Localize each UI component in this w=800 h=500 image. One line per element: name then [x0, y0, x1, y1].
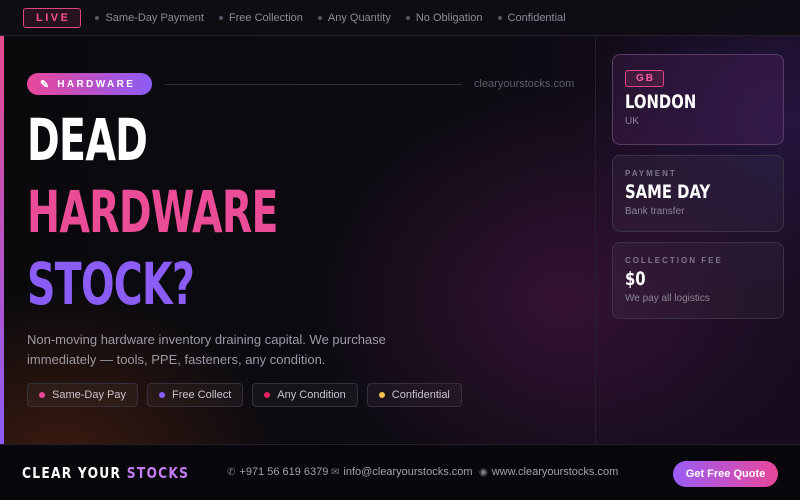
pencil-icon: ✎	[40, 78, 50, 91]
top-item-no-obligation: No Obligation	[405, 12, 483, 24]
headline: DEAD HARDWARE STOCK?	[27, 104, 396, 320]
dot-icon	[158, 392, 165, 398]
bullet-icon	[497, 15, 502, 20]
payment-sub: Bank transfer	[625, 206, 685, 217]
top-strip: LIVE Same-Day Payment Free Collection An…	[0, 0, 800, 36]
site-domain: clearyourstocks.com	[474, 78, 575, 90]
headline-line-3: STOCK?	[27, 250, 195, 318]
city-name: LONDON	[625, 91, 697, 113]
mail-icon: ✉	[331, 466, 340, 478]
brand-text-purple: STOCKS	[126, 464, 190, 482]
fee-label: COLLECTION FEE	[625, 256, 723, 265]
phone-contact[interactable]: ✆ +971 56 619 6379	[227, 466, 328, 478]
divider-line	[164, 84, 462, 85]
chip-free-collect: Free Collect	[146, 383, 244, 407]
fee-sub: We pay all logistics	[625, 293, 710, 304]
get-free-quote-button[interactable]: Get Free Quote	[673, 461, 778, 487]
top-item-any-quantity: Any Quantity	[317, 12, 391, 24]
chip-same-day-pay: Same-Day Pay	[27, 383, 138, 407]
country-name: UK	[625, 116, 639, 127]
country-code-badge: GB	[625, 70, 664, 87]
top-item-free-collection: Free Collection	[218, 12, 303, 24]
headline-line-1: DEAD	[27, 106, 148, 174]
bullet-icon	[405, 15, 410, 20]
brand-text-white: CLEAR YOUR	[22, 464, 122, 482]
brand-logo[interactable]: CLEAR YOUR STOCKS	[22, 464, 189, 482]
payment-card: PAYMENT SAME DAY Bank transfer	[612, 155, 784, 232]
category-badge: ✎ HARDWARE	[27, 73, 152, 95]
dot-icon	[378, 392, 385, 398]
category-label: HARDWARE	[57, 78, 136, 90]
accent-bar	[0, 36, 4, 444]
top-item-same-day-payment: Same-Day Payment	[95, 12, 204, 24]
panel-divider	[595, 36, 596, 444]
collection-fee-card: COLLECTION FEE $0 We pay all logistics	[612, 242, 784, 319]
website-contact[interactable]: ◉ www.clearyourstocks.com	[479, 466, 618, 478]
bullet-icon	[317, 15, 322, 20]
top-item-confidential: Confidential	[497, 12, 566, 24]
feature-chips: Same-Day Pay Free Collect Any Condition …	[27, 383, 471, 407]
fee-value: $0	[625, 268, 646, 290]
live-badge: LIVE	[23, 7, 82, 28]
dot-icon	[39, 392, 45, 398]
hero-description: Non-moving hardware inventory draining c…	[27, 332, 386, 367]
payment-label: PAYMENT	[625, 169, 677, 178]
dot-icon	[264, 392, 271, 398]
bullet-icon	[218, 15, 223, 20]
phone-icon: ✆	[227, 466, 236, 478]
chip-confidential: Confidential	[366, 383, 462, 407]
globe-icon: ◉	[479, 466, 488, 478]
chip-any-condition: Any Condition	[252, 383, 358, 407]
footer: CLEAR YOUR STOCKS ✆ +971 56 619 6379 ✉ i…	[0, 444, 800, 500]
payment-value: SAME DAY	[625, 181, 711, 203]
bullet-icon	[95, 15, 100, 20]
email-contact[interactable]: ✉ info@clearyourstocks.com	[331, 466, 473, 478]
location-card: GB LONDON UK	[612, 54, 784, 145]
headline-line-2: HARDWARE	[27, 178, 278, 246]
